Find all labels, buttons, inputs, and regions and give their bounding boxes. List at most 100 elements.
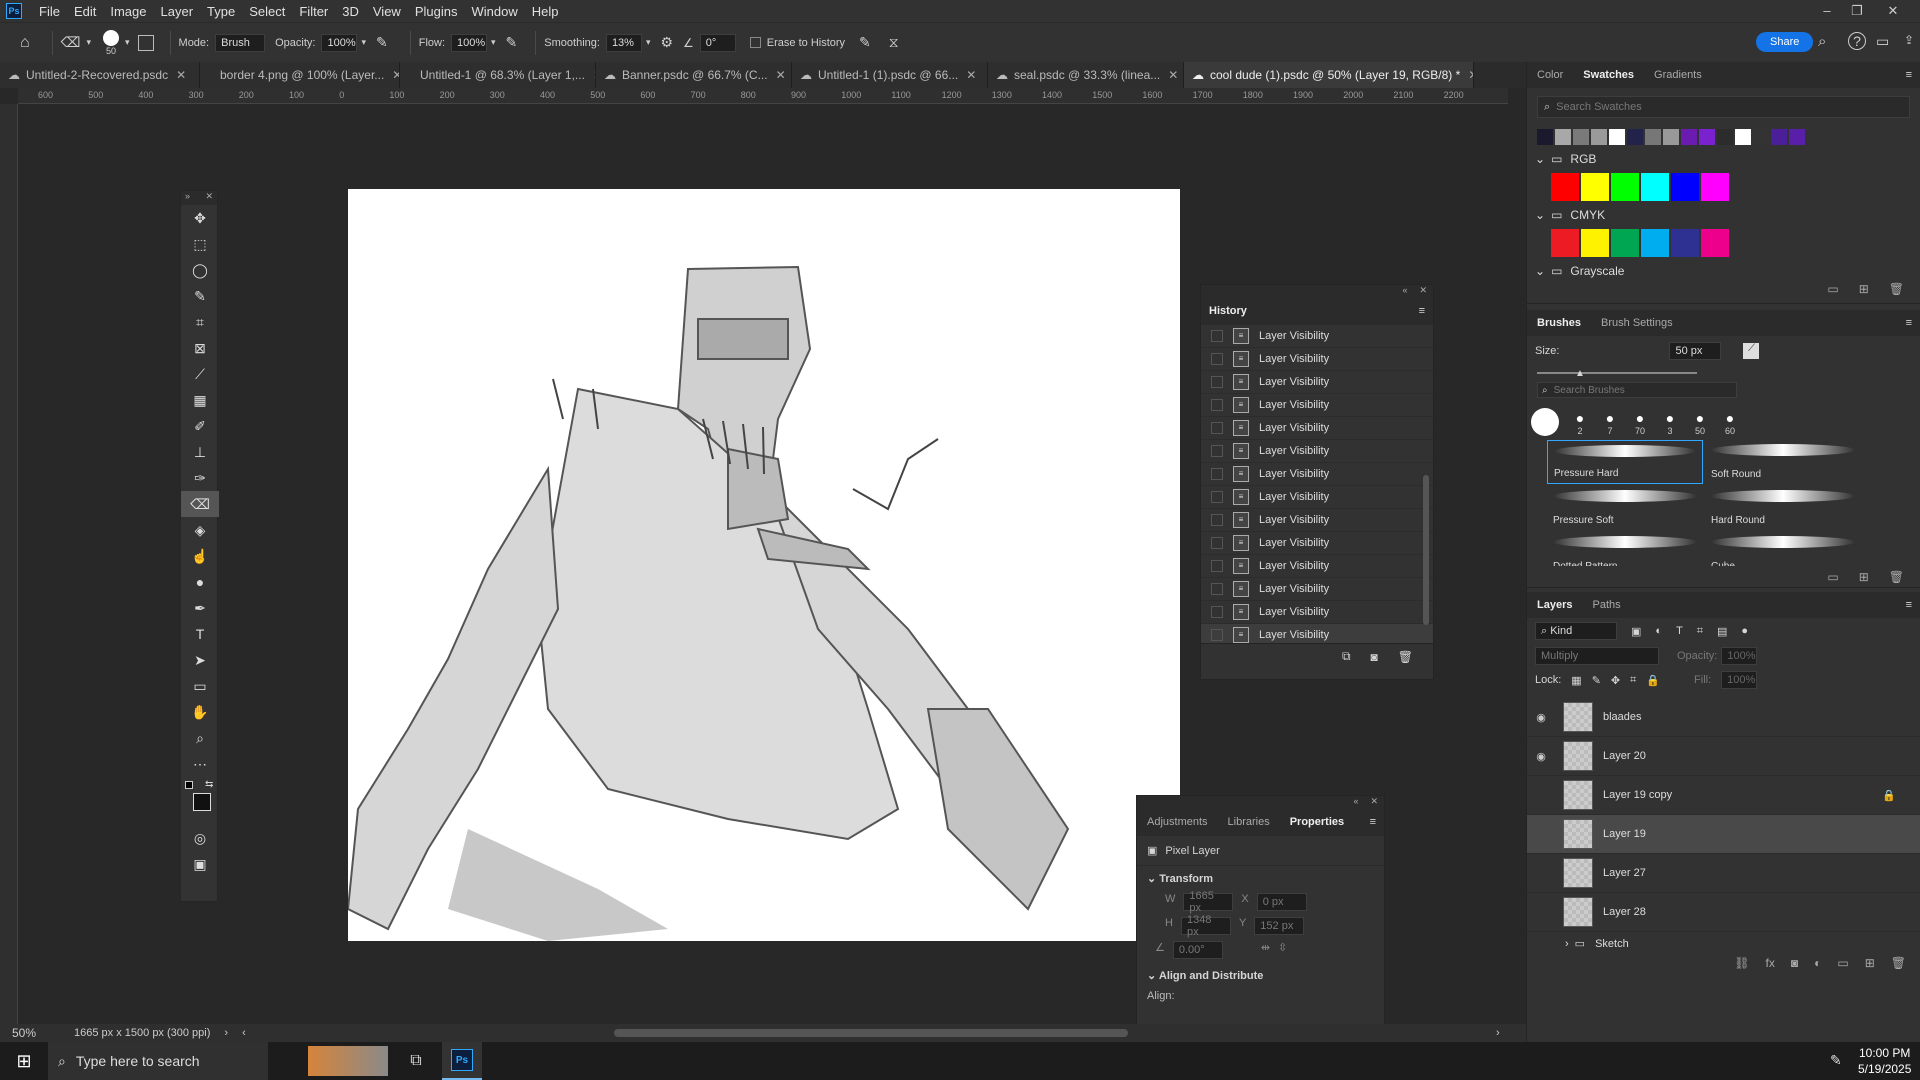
history-brush-source-checkbox[interactable] — [1211, 330, 1223, 342]
history-state[interactable]: ≡ Layer Visibility — [1201, 348, 1433, 371]
history-brush-source-checkbox[interactable] — [1211, 514, 1223, 526]
brush-tool-icon[interactable]: ✐ — [181, 413, 219, 439]
layer-row[interactable]: Layer 19 copy 🔒 — [1527, 776, 1920, 815]
zoom-tool-icon[interactable]: ⌕ — [181, 725, 219, 751]
swatch-search-input[interactable]: ⌕ Search Swatches — [1537, 96, 1910, 118]
smudge-tool-icon[interactable]: ☝ — [181, 543, 219, 569]
swatch[interactable] — [1699, 129, 1715, 145]
document-canvas[interactable] — [348, 189, 1180, 941]
panel-menu-icon[interactable]: ≡ — [1370, 816, 1376, 828]
swatch[interactable] — [1581, 229, 1609, 257]
link-layers-icon[interactable]: ⛓ — [1734, 956, 1749, 970]
zoom-level[interactable]: 50% — [12, 1026, 36, 1040]
swatch[interactable] — [1701, 229, 1729, 257]
windows-start-icon[interactable]: ⊞ — [0, 1051, 48, 1072]
smoothing-gear-icon[interactable]: ⚙ — [660, 34, 673, 51]
recent-brush[interactable]: ● 2 — [1565, 410, 1595, 436]
history-state[interactable]: ≡ Layer Visibility — [1201, 555, 1433, 578]
recent-brush[interactable]: ● 7 — [1595, 410, 1625, 436]
tool-preset-chevron-icon[interactable]: ▾ — [86, 37, 91, 48]
swatch[interactable] — [1771, 129, 1787, 145]
new-group-icon[interactable]: ▭ — [1837, 956, 1848, 970]
menu-layer[interactable]: Layer — [154, 4, 201, 19]
swatch[interactable] — [1581, 173, 1609, 201]
search-icon[interactable]: ⌕ — [1818, 33, 1826, 50]
menu-image[interactable]: Image — [103, 4, 153, 19]
x-field[interactable]: 0 px — [1256, 893, 1307, 911]
new-document-from-state-icon[interactable]: ⧉ — [1342, 649, 1351, 664]
filter-toggle-icon[interactable]: ● — [1741, 625, 1748, 637]
doc-tab[interactable]: ☁ Untitled-2-Recovered.psdc ✕ — [0, 62, 200, 88]
swatch[interactable] — [1551, 173, 1579, 201]
swatch[interactable] — [1609, 129, 1625, 145]
tab-brushes[interactable]: Brushes — [1527, 317, 1591, 329]
delete-swatch-icon[interactable]: 🗑 — [1889, 282, 1904, 303]
y-field[interactable]: 152 px — [1254, 917, 1305, 935]
snapshot-icon[interactable]: ◙ — [1371, 650, 1378, 664]
history-state[interactable]: ≡ Layer Visibility — [1201, 624, 1433, 643]
tab-libraries[interactable]: Libraries — [1218, 816, 1280, 828]
panel-menu-icon[interactable]: ≡ — [1419, 305, 1425, 317]
taskbar-search[interactable]: ⌕ Type here to search — [48, 1042, 268, 1080]
eraser-tool-icon[interactable]: ⌫ — [181, 491, 219, 517]
new-layer-icon[interactable]: ⊞ — [1865, 956, 1875, 970]
swatch[interactable] — [1627, 129, 1643, 145]
pressure-size-icon[interactable]: ✎ — [859, 34, 871, 51]
doc-tab[interactable]: ☁ seal.psdc @ 33.3% (linea... ✕ — [988, 62, 1184, 88]
brush-preset[interactable]: Pressure Soft — [1547, 486, 1703, 530]
close-toolbar-icon[interactable]: ✕ — [205, 191, 213, 205]
swatch[interactable] — [1717, 129, 1733, 145]
lock-pixels-icon[interactable]: ✎ — [1592, 674, 1601, 687]
lock-artboard-icon[interactable]: ⌗ — [1630, 674, 1636, 687]
new-group-icon[interactable]: ▭ — [1827, 282, 1838, 303]
layer-group-row[interactable]: › ▭ Sketch — [1527, 932, 1920, 952]
pen-tool-icon[interactable]: ✒ — [181, 595, 219, 621]
news-widget-icon[interactable] — [308, 1046, 388, 1076]
delete-state-icon[interactable]: 🗑 — [1398, 650, 1413, 664]
history-state[interactable]: ≡ Layer Visibility — [1201, 509, 1433, 532]
swatch[interactable] — [1753, 129, 1769, 145]
eye-icon[interactable]: ◉ — [1527, 750, 1555, 763]
history-state[interactable]: ≡ Layer Visibility — [1201, 440, 1433, 463]
tab-adjustments[interactable]: Adjustments — [1137, 816, 1218, 828]
brush-preset[interactable]: Pressure Hard — [1547, 440, 1703, 484]
airbrush-icon[interactable]: ✎ — [506, 34, 518, 51]
swatch[interactable] — [1701, 173, 1729, 201]
adjustment-layer-icon[interactable]: ◐ — [1814, 956, 1821, 970]
history-brush-source-checkbox[interactable] — [1211, 376, 1223, 388]
brush-size-slider[interactable]: ▲ — [1537, 368, 1910, 379]
close-tab-icon[interactable]: ✕ — [176, 68, 186, 82]
tab-swatches[interactable]: Swatches — [1573, 69, 1644, 81]
dodge-tool-icon[interactable]: ● — [181, 569, 219, 595]
layer-row[interactable]: Layer 28 — [1527, 893, 1920, 932]
swatch-group[interactable]: ⌄ ▭ Grayscale — [1527, 260, 1920, 282]
doc-tab[interactable]: border 4.png @ 100% (Layer... ✕ — [200, 62, 400, 88]
collapse-panel-icon[interactable]: « — [1402, 285, 1407, 297]
swatch[interactable] — [1735, 129, 1751, 145]
history-brush-source-checkbox[interactable] — [1211, 537, 1223, 549]
menu-help[interactable]: Help — [525, 4, 566, 19]
pen-tray-icon[interactable]: ✎ — [1830, 1052, 1842, 1069]
history-tab[interactable]: History — [1209, 305, 1247, 317]
swatch[interactable] — [1573, 129, 1589, 145]
pressure-opacity-icon[interactable]: ✎ — [376, 34, 388, 51]
rectangle-tool-icon[interactable]: ▭ — [181, 673, 219, 699]
type-tool-icon[interactable]: T — [181, 621, 219, 647]
quick-select-tool-icon[interactable]: ✎ — [181, 283, 219, 309]
opacity-chevron-icon[interactable]: ▾ — [361, 37, 366, 48]
new-brush-group-icon[interactable]: ▭ — [1827, 570, 1838, 584]
width-field[interactable]: 1665 px — [1183, 890, 1234, 914]
swatch[interactable] — [1671, 173, 1699, 201]
history-brush-source-checkbox[interactable] — [1211, 399, 1223, 411]
move-tool-icon[interactable]: ✥ — [181, 205, 219, 231]
brush-settings-icon[interactable] — [137, 34, 154, 51]
recent-brush[interactable]: ● 3 — [1655, 410, 1685, 436]
menu-window[interactable]: Window — [464, 4, 524, 19]
menu-filter[interactable]: Filter — [292, 4, 335, 19]
swatch[interactable] — [1789, 129, 1805, 145]
layer-row[interactable]: ◉ Layer 20 — [1527, 737, 1920, 776]
history-brush-source-checkbox[interactable] — [1211, 629, 1223, 641]
status-menu-icon[interactable]: › — [224, 1027, 228, 1039]
lasso-tool-icon[interactable]: ◯ — [181, 257, 219, 283]
filter-adjustment-icon[interactable]: ◐ — [1655, 625, 1662, 637]
